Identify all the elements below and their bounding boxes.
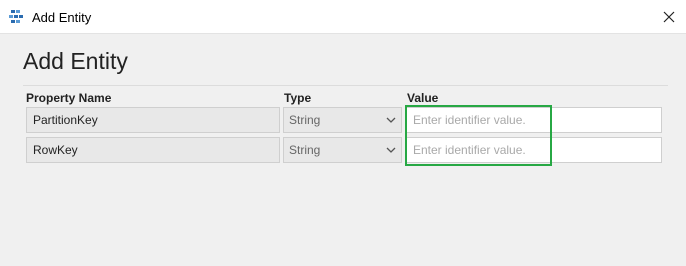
type-select-value: String — [289, 113, 321, 127]
close-button[interactable] — [652, 0, 686, 34]
property-name-rowkey: RowKey — [26, 137, 280, 163]
window-title: Add Entity — [32, 10, 92, 25]
value-input-partitionkey[interactable] — [406, 107, 662, 133]
dialog-body: Add Entity Property Name Type Value Part… — [0, 34, 686, 266]
storage-explorer-icon — [9, 10, 23, 23]
column-header-type: Type — [284, 91, 312, 105]
chevron-down-icon — [386, 147, 396, 153]
chevron-down-icon — [386, 117, 396, 123]
column-header-property-name: Property Name — [26, 91, 112, 105]
type-select-rowkey[interactable]: String — [283, 137, 402, 163]
property-name-partitionkey: PartitionKey — [26, 107, 280, 133]
title-bar: Add Entity — [0, 0, 686, 34]
page-title: Add Entity — [23, 48, 128, 74]
column-header-value: Value — [407, 91, 439, 105]
type-select-value: String — [289, 143, 321, 157]
value-input-rowkey[interactable] — [406, 137, 662, 163]
type-select-partitionkey[interactable]: String — [283, 107, 402, 133]
divider — [23, 85, 668, 86]
close-icon — [663, 11, 675, 23]
